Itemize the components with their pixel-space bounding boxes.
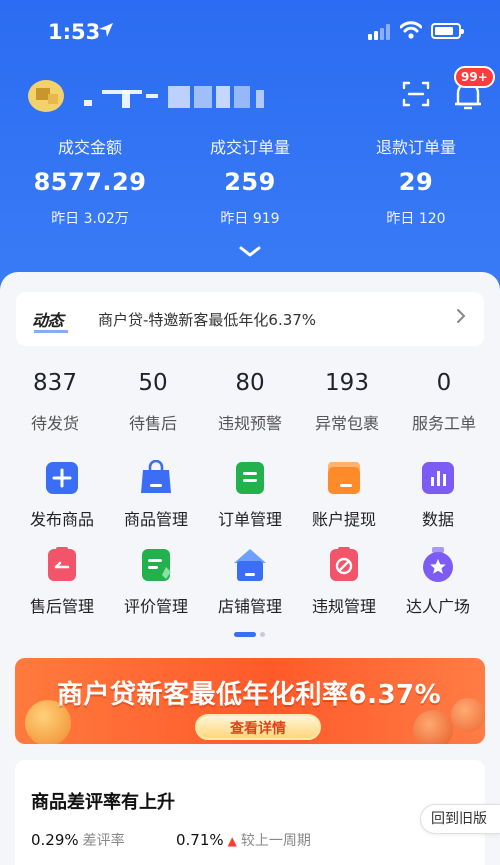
news-ticker[interactable]: 动态 商户贷-特邀新客最低年化6.37% [16,292,484,346]
tool-account-withdraw[interactable]: 账户提现 [294,460,394,530]
count-value: 80 [235,370,265,396]
metric-negative-rate: 0.29% 差评率 [31,830,125,850]
chevron-right-icon [456,308,466,328]
tool-label: 店铺管理 [217,597,282,616]
tool-publish-product[interactable]: 发布商品 [12,460,112,530]
tool-label: 订单管理 [217,510,282,529]
stat-label: 成交订单量 [209,138,290,157]
status-bar: 1:53 [0,0,500,62]
stat-label: 成交金额 [57,138,122,157]
tool-data[interactable]: 数据 [388,460,488,530]
metric-label: 较上一周期 [240,833,311,849]
tool-label: 评价管理 [123,597,188,616]
return-icon [44,547,80,583]
tool-label: 售后管理 [29,597,94,616]
tool-aftersale-management[interactable]: 售后管理 [12,547,112,617]
count-pending-shipment[interactable]: 837 待发货 [5,370,105,434]
count-value: 50 [138,370,168,396]
signal-icon [368,24,392,40]
stat-value: 8577.29 [33,168,147,196]
count-label: 待发货 [30,414,79,433]
review-icon [138,547,174,583]
tool-label: 发布商品 [29,510,94,529]
tool-violation-management[interactable]: 违规管理 [294,547,394,617]
arrow-up-icon: ▲ [227,834,237,848]
stat-yesterday: 昨日 120 [386,211,446,227]
shop-avatar[interactable] [24,76,68,116]
shop-name-pixelated [84,84,266,110]
tool-store-management[interactable]: 店铺管理 [200,547,300,617]
metric-prev-period: 0.71% ▲ 较上一周期 [176,830,311,850]
view-details-button[interactable]: 查看详情 [195,714,321,740]
tool-label: 达人广场 [405,597,470,616]
carousel-indicator [234,632,268,637]
metric-value: 0.71% [176,831,224,849]
tool-influencer-plaza[interactable]: 达人广场 [388,547,488,617]
stat-value: 259 [224,168,276,196]
stat-sales-amount[interactable]: 成交金额 8577.29 昨日 3.02万 [5,134,175,228]
tool-label: 账户提现 [311,510,376,529]
document-icon [232,460,268,496]
chevron-down-icon[interactable] [238,244,262,258]
count-violation-warning[interactable]: 80 违规预警 [200,370,300,434]
order-counts: 837 待发货 50 待售后 80 违规预警 193 异常包裹 0 服务工单 [0,370,500,440]
folder-wallet-icon [326,460,362,496]
shopping-bag-icon [138,459,174,496]
news-text: 商户贷-特邀新客最低年化6.37% [98,311,317,329]
prohibited-icon [326,547,362,583]
news-tag: 动态 [32,307,69,333]
count-label: 待售后 [128,414,177,433]
promo-banner[interactable]: 商户贷新客最低年化利率6.37% 查看详情 [15,658,485,744]
stat-order-count[interactable]: 成交订单量 259 昨日 919 [165,134,335,228]
count-value: 193 [325,370,369,396]
back-to-old-version-button[interactable]: 回到旧版 [420,804,500,834]
metric-label: 差评率 [82,833,125,849]
count-label: 服务工单 [411,414,476,433]
count-value: 837 [33,370,77,396]
star-badge-icon [420,547,456,583]
tool-label: 商品管理 [123,510,188,529]
tool-review-management[interactable]: 评价管理 [106,547,206,617]
metric-value: 0.29% [31,831,79,849]
scan-icon[interactable] [400,78,432,110]
tool-order-management[interactable]: 订单管理 [200,460,300,530]
coin-decoration [413,710,453,744]
location-arrow-icon [98,22,114,42]
coin-decoration [451,698,485,732]
store-icon [232,547,268,583]
count-pending-aftersale[interactable]: 50 待售后 [103,370,203,434]
tool-label: 数据 [421,510,454,529]
wifi-icon [399,20,423,40]
bar-chart-icon [420,460,456,496]
tool-product-management[interactable]: 商品管理 [106,459,206,530]
review-alert-card[interactable]: 商品差评率有上升 0.29% 差评率 0.71% ▲ 较上一周期 [15,760,485,865]
banner-headline: 商户贷新客最低年化利率6.37% [57,680,442,710]
stat-refund-count[interactable]: 退款订单量 29 昨日 120 [331,134,500,228]
status-time: 1:53 [48,20,101,44]
count-value: 0 [436,370,452,396]
notification-badge: 99+ [454,66,495,88]
count-label: 违规预警 [217,414,282,433]
count-label: 异常包裹 [314,414,379,433]
plus-icon [44,460,80,496]
stat-yesterday: 昨日 3.02万 [51,211,129,227]
stat-value: 29 [398,168,434,196]
tool-label: 违规管理 [311,597,376,616]
count-abnormal-package[interactable]: 193 异常包裹 [297,370,397,434]
stat-label: 退款订单量 [375,138,456,157]
battery-icon [431,23,464,39]
card-title: 商品差评率有上升 [31,792,175,813]
stat-yesterday: 昨日 919 [220,211,280,227]
count-service-ticket[interactable]: 0 服务工单 [394,370,494,434]
